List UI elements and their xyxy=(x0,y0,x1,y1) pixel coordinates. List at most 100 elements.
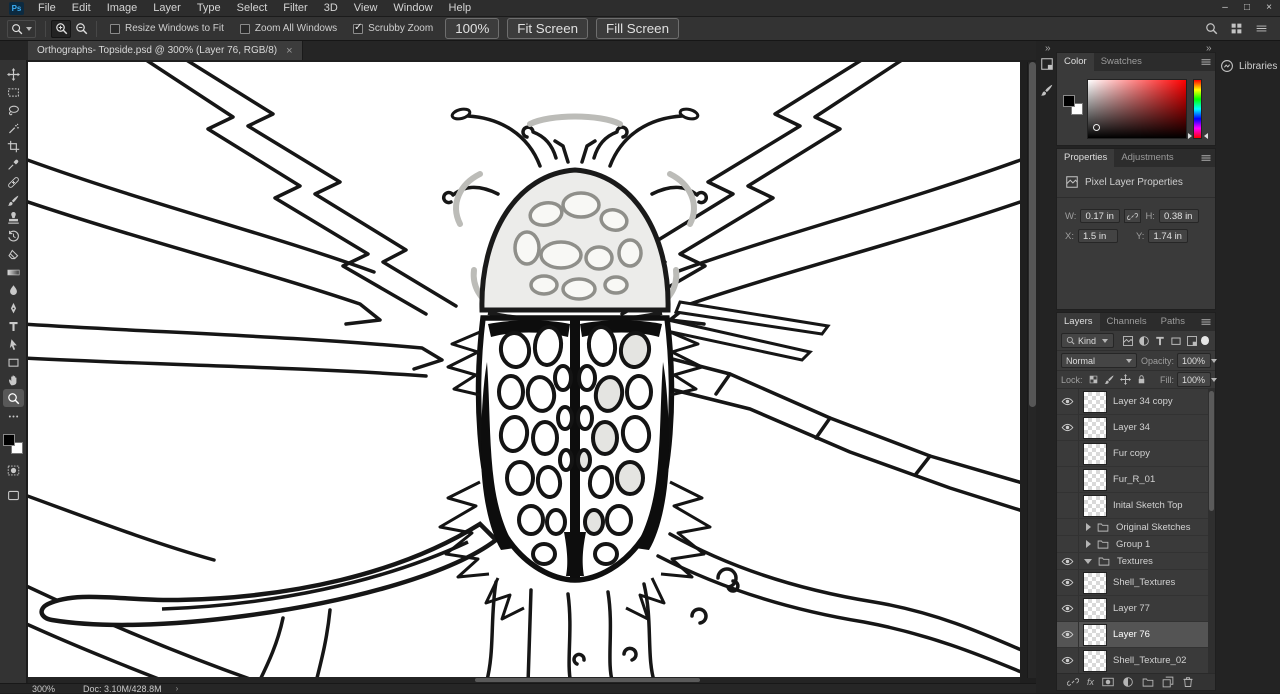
hue-slider-marker-icon[interactable] xyxy=(1188,133,1192,139)
status-zoom-level[interactable]: 300% xyxy=(32,684,55,694)
link-layers-icon[interactable] xyxy=(1067,676,1079,688)
layer-group-original-sketches[interactable]: Original Sketches xyxy=(1057,519,1215,536)
layer-style-icon[interactable]: fx xyxy=(1087,677,1094,687)
workspace-switcher-icon[interactable] xyxy=(1230,22,1243,35)
path-selection-tool[interactable] xyxy=(3,335,24,353)
filter-adjustment-layers-icon[interactable] xyxy=(1138,335,1150,347)
lock-all-icon[interactable] xyxy=(1136,374,1147,385)
fill-screen-button[interactable]: Fill Screen xyxy=(596,18,680,39)
layer-row-layer-76[interactable]: Layer 76 xyxy=(1057,622,1215,648)
height-field[interactable]: 0.38 in xyxy=(1158,209,1199,223)
layer-name[interactable]: Layer 34 copy xyxy=(1113,396,1173,407)
vertical-scrollbar-thumb[interactable] xyxy=(1029,62,1036,407)
document-canvas[interactable] xyxy=(28,62,1020,682)
lasso-tool[interactable] xyxy=(3,101,24,119)
layer-row-inital-sketch-top[interactable]: Inital Sketch Top xyxy=(1057,493,1215,519)
document-tab[interactable]: Orthographs- Topside.psd @ 300% (Layer 7… xyxy=(28,41,303,60)
lock-position-icon[interactable] xyxy=(1120,374,1131,385)
zoom-in-mode-button[interactable] xyxy=(51,19,71,38)
zoom-100-button[interactable]: 100% xyxy=(445,18,500,39)
layer-row-layer-34[interactable]: Layer 34 xyxy=(1057,415,1215,441)
menu-layer[interactable]: Layer xyxy=(145,0,189,16)
fill-dropdown[interactable]: 100% xyxy=(1177,372,1218,387)
menu-help[interactable]: Help xyxy=(441,0,480,16)
layer-group-textures[interactable]: Textures xyxy=(1057,553,1215,570)
filter-pixel-layers-icon[interactable] xyxy=(1122,335,1134,347)
hue-slider-marker-icon[interactable] xyxy=(1204,133,1208,139)
foreground-background-swatches[interactable] xyxy=(3,434,23,454)
collapse-panels-icon[interactable]: » xyxy=(1045,43,1051,54)
add-layer-mask-icon[interactable] xyxy=(1102,676,1114,688)
lock-transparent-pixels-icon[interactable] xyxy=(1088,374,1099,385)
layer-thumbnail[interactable] xyxy=(1083,571,1107,594)
layer-name[interactable]: Group 1 xyxy=(1116,539,1150,550)
opacity-dropdown[interactable]: 100% xyxy=(1177,353,1218,368)
layer-name[interactable]: Fur copy xyxy=(1113,448,1150,459)
layer-thumbnail[interactable] xyxy=(1083,416,1107,439)
tool-preset-picker[interactable] xyxy=(7,19,36,38)
blur-tool[interactable] xyxy=(3,281,24,299)
new-adjustment-layer-icon[interactable] xyxy=(1122,676,1134,688)
menu-type[interactable]: Type xyxy=(189,0,229,16)
checkbox-zoom-all-windows[interactable]: Zoom All Windows xyxy=(239,23,337,34)
magic-wand-tool[interactable] xyxy=(3,119,24,137)
layer-row-shell-texture-02[interactable]: Shell_Texture_02 xyxy=(1057,648,1215,674)
layer-name[interactable]: Layer 34 xyxy=(1113,422,1150,433)
clone-stamp-tool[interactable] xyxy=(3,209,24,227)
horizontal-scrollbar-thumb[interactable] xyxy=(475,678,700,682)
hand-tool[interactable] xyxy=(3,371,24,389)
group-expanded-caret-icon[interactable] xyxy=(1084,558,1092,564)
visibility-eye-icon[interactable] xyxy=(1057,389,1079,414)
tab-color[interactable]: Color xyxy=(1057,53,1094,71)
saturation-brightness-field[interactable] xyxy=(1087,79,1187,139)
panel-menu-icon[interactable] xyxy=(1200,316,1212,328)
zoom-out-mode-button[interactable] xyxy=(71,20,91,38)
lock-image-pixels-icon[interactable] xyxy=(1104,374,1115,385)
layer-name[interactable]: Fur_R_01 xyxy=(1113,474,1155,485)
crop-tool[interactable] xyxy=(3,137,24,155)
filter-smart-objects-icon[interactable] xyxy=(1186,335,1198,347)
history-brush-tool[interactable] xyxy=(3,227,24,245)
checkbox-resize-windows-to-fit[interactable]: Resize Windows to Fit xyxy=(110,23,224,34)
layer-thumbnail[interactable] xyxy=(1083,390,1107,413)
menu-image[interactable]: Image xyxy=(99,0,146,16)
pen-tool[interactable] xyxy=(3,299,24,317)
foreground-color-swatch[interactable] xyxy=(1063,95,1075,107)
width-field[interactable]: 0.17 in xyxy=(1080,209,1121,223)
y-field[interactable]: 1.74 in xyxy=(1148,229,1189,243)
checkbox-scrubby-zoom[interactable]: Scrubby Zoom xyxy=(353,22,433,34)
tab-channels[interactable]: Channels xyxy=(1100,313,1154,331)
filter-type-layers-icon[interactable] xyxy=(1154,335,1166,347)
visibility-eye-icon[interactable] xyxy=(1057,553,1079,569)
docked-panel-icon-2[interactable] xyxy=(1040,83,1054,97)
menu-edit[interactable]: Edit xyxy=(64,0,99,16)
visibility-toggle-empty[interactable] xyxy=(1057,493,1079,518)
layer-thumbnail[interactable] xyxy=(1083,468,1107,491)
hue-slider[interactable] xyxy=(1193,79,1202,139)
libraries-panel-tab[interactable]: Libraries xyxy=(1220,59,1277,73)
layer-filter-kind-dropdown[interactable]: Kind xyxy=(1061,333,1114,348)
minimize-button[interactable]: – xyxy=(1214,0,1236,16)
type-tool[interactable] xyxy=(3,317,24,335)
layer-row-shell-textures[interactable]: Shell_Textures xyxy=(1057,570,1215,596)
blend-mode-dropdown[interactable]: Normal xyxy=(1061,353,1137,368)
more-tools-tool[interactable] xyxy=(3,407,24,425)
delete-layer-icon[interactable] xyxy=(1182,676,1194,688)
layer-name[interactable]: Layer 77 xyxy=(1113,603,1150,614)
filter-shape-layers-icon[interactable] xyxy=(1170,335,1182,347)
menu-view[interactable]: View xyxy=(346,0,386,16)
layer-thumbnail[interactable] xyxy=(1083,597,1107,620)
layer-group-group-1[interactable]: Group 1 xyxy=(1057,536,1215,553)
group-collapsed-caret-icon[interactable] xyxy=(1086,523,1091,531)
docked-panel-icon-1[interactable] xyxy=(1040,57,1054,71)
menu-window[interactable]: Window xyxy=(385,0,440,16)
rectangular-marquee-tool[interactable] xyxy=(3,83,24,101)
visibility-eye-icon[interactable] xyxy=(1057,596,1079,621)
panel-menu-icon[interactable] xyxy=(1200,152,1212,164)
layer-thumbnail[interactable] xyxy=(1083,442,1107,465)
foreground-color-swatch[interactable] xyxy=(3,434,15,446)
layer-name[interactable]: Shell_Textures xyxy=(1113,577,1175,588)
layer-row-layer-34-copy[interactable]: Layer 34 copy xyxy=(1057,389,1215,415)
layer-name[interactable]: Shell_Texture_02 xyxy=(1113,655,1186,666)
restore-button[interactable]: □ xyxy=(1236,0,1258,16)
